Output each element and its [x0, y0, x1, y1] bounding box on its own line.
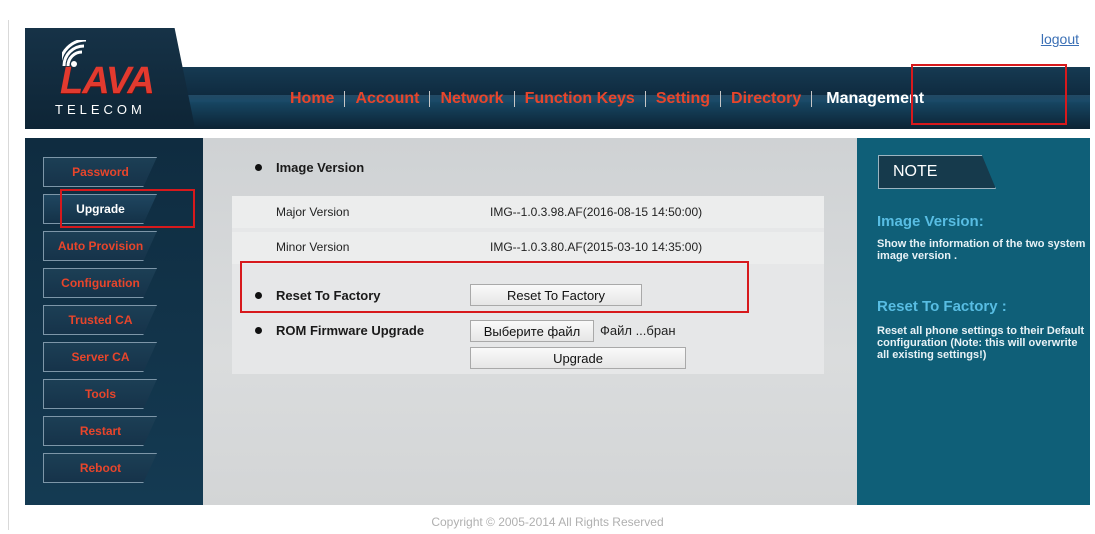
sidebar-item-tools[interactable]: Tools	[43, 379, 157, 409]
nav-network[interactable]: Network	[430, 90, 513, 108]
nav-home[interactable]: Home	[280, 90, 344, 108]
footer-copyright: Copyright © 2005-2014 All Rights Reserve…	[431, 515, 664, 529]
logo-subtitle: TELECOM	[55, 102, 146, 117]
file-status-text: Файл ...бран	[600, 323, 676, 338]
nav-setting[interactable]: Setting	[646, 90, 720, 108]
nav-directory[interactable]: Directory	[721, 90, 811, 108]
note-image-version-title: Image Version:	[877, 213, 984, 230]
page-frame-line	[8, 20, 9, 530]
minor-version-value: IMG--1.0.3.80.AF(2015-03-10 14:35:00)	[490, 240, 703, 254]
nav-account[interactable]: Account	[345, 90, 429, 108]
note-panel	[857, 138, 1090, 505]
sidebar-item-configuration[interactable]: Configuration	[43, 268, 157, 298]
sidebar-item-restart[interactable]: Restart	[43, 416, 157, 446]
sidebar-item-upgrade[interactable]: Upgrade	[43, 194, 157, 224]
page: logout LAVA TELECOM Home Account Network…	[0, 0, 1095, 534]
bullet-icon	[255, 327, 262, 334]
logout-link[interactable]: logout	[1041, 31, 1079, 47]
bullet-icon	[255, 292, 262, 299]
bullet-icon	[255, 164, 262, 171]
minor-version-label: Minor Version	[276, 240, 350, 254]
sidebar-item-trusted-ca[interactable]: Trusted CA	[43, 305, 157, 335]
choose-file-button[interactable]: Выберите файл	[470, 320, 594, 342]
reset-to-factory-label: Reset To Factory	[276, 288, 381, 303]
note-tab-label: NOTE	[893, 163, 938, 180]
nav-management[interactable]: Management	[812, 90, 934, 108]
upgrade-button[interactable]: Upgrade	[470, 347, 686, 369]
sidebar-item-auto-provision[interactable]: Auto Provision	[43, 231, 157, 261]
sidebar-item-reboot[interactable]: Reboot	[43, 453, 157, 483]
logo-wordmark: LAVA	[60, 60, 155, 102]
major-version-label: Major Version	[276, 205, 350, 219]
note-reset-text: Reset all phone settings to their Defaul…	[877, 325, 1085, 361]
sidebar-item-server-ca[interactable]: Server CA	[43, 342, 157, 372]
reset-to-factory-button[interactable]: Reset To Factory	[470, 284, 642, 306]
major-version-value: IMG--1.0.3.98.AF(2016-08-15 14:50:00)	[490, 205, 703, 219]
note-reset-title: Reset To Factory :	[877, 298, 1007, 315]
image-version-heading: Image Version	[276, 160, 365, 175]
rom-firmware-upgrade-label: ROM Firmware Upgrade	[276, 323, 425, 338]
nav-function-keys[interactable]: Function Keys	[515, 90, 645, 108]
note-image-version-text: Show the information of the two system i…	[877, 238, 1086, 262]
sidebar-item-password[interactable]: Password	[43, 157, 157, 187]
main-nav: Home Account Network Function Keys Setti…	[280, 88, 934, 110]
